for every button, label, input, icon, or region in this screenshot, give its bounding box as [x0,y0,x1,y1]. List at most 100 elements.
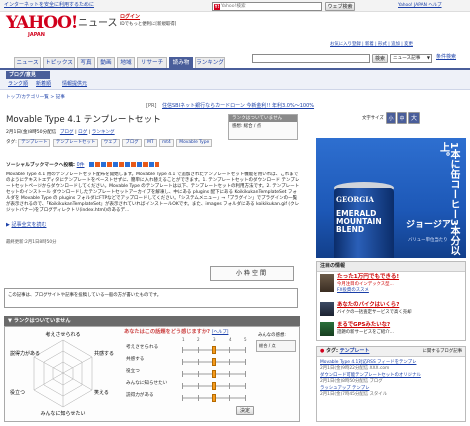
slider-group: 考えさせられる 共感する 役立つ みんなに知らせたい 説得力がある [126,345,250,405]
rank-side-box: 総合 / 点 [256,340,296,352]
web-search-button[interactable]: ウェブ検索 [325,2,355,11]
rating-submit-button[interactable]: 決定 [236,406,254,415]
login-sub: IDでもっと便利に[新規取得] [120,22,177,27]
updated-time: 最終更新:2月1日8時50分 [6,240,57,245]
news-thumb [320,302,334,316]
logo-sub: JAPAN [28,32,45,38]
radar-chart: 考えさせられる 共感する 笑える みんなに知らせたい 役立つ 説得力がある [10,331,114,417]
slider-knob[interactable] [211,358,216,366]
tag-icon: ● [320,348,325,354]
rank-question: あなたはこの話題をどう感じますか? [ヘルプ] [124,329,229,335]
tag-chip[interactable]: ブログ [122,139,142,147]
section-name: ニュース [78,18,118,29]
tab-ranking[interactable]: ランキング [195,57,225,68]
side-news-item[interactable]: たった1万円でもできる! 今月注目のインデックス型... FX投資のススメ [320,274,464,298]
blog-name-box[interactable]: 小粋空間 [210,266,294,281]
radar-label: 笑える [94,389,109,396]
settings-links[interactable]: お気に入り登録 | 新着 | 形式 | 追加 | 変更 [330,42,413,47]
rating-box-title: ランクはついていません [229,115,297,122]
rating-slider[interactable]: 共感する [126,357,246,367]
help-link[interactable]: [ヘルプ] [212,330,229,335]
rating-slider[interactable]: みんなに知らせたい [126,381,246,391]
georgia-ad[interactable]: 1本に缶コーヒー3本分以上。 GEORGIA EMERALD MOUNTAIN … [316,138,466,258]
yahoo-mini-icon: Y! [214,4,220,10]
tab-research[interactable]: リサーチ [137,57,167,68]
font-size-medium[interactable]: 中 [397,112,407,124]
source-link[interactable]: ブログ [60,130,74,135]
subnav-item-new[interactable]: 新着順 [36,81,51,88]
social-bookmark-row: ソーシャルブックマークへ投稿: 0件 [6,162,160,169]
tab-readings[interactable]: 読み物 [169,57,193,68]
pr-link[interactable]: 住信SBIネット銀行ならカードローン 今新金利!! 年利3.0%〜100% [162,103,314,110]
tag-widget-header: ● タグ: テンプレート に関するブログ記事 [317,347,465,357]
news-search-input[interactable] [252,54,370,63]
subnav-item-rank[interactable]: ランク順 [8,81,28,88]
radar-label: 説得力がある [10,350,40,357]
safety-notice-link[interactable]: インターネットを安全に利用するために [4,2,94,9]
font-size-label: 文字サイズ [362,116,384,121]
radar-label: 共感する [94,350,114,357]
tag-row: タグ: テンプレート テンプレートセット ウェブ ブログ MT mt4 Mova… [6,139,236,151]
tag-chip[interactable]: mt4 [159,139,174,147]
ad-brand: ジョージア [406,220,451,230]
breadcrumb[interactable]: トップ/カテゴリ一覧 > 記事 [6,95,65,100]
social-count[interactable]: 0件 [77,163,85,168]
tag-widget-link[interactable]: テンプレート [340,348,370,354]
search-scope-select[interactable]: ニュース記事 ▼ [390,54,432,63]
slider-tick [182,371,183,377]
condition-search-link[interactable]: 条件検索 [436,54,456,61]
slider-tick [245,359,246,365]
log-link[interactable]: ログ [78,130,87,135]
tab-region[interactable]: 地域 [117,57,135,68]
yahoo-logo[interactable]: YAHOO! JAPAN [6,13,78,40]
tag-chip[interactable]: テンプレート [18,139,51,147]
slider-tick [182,347,183,353]
side-news-item[interactable]: あなたのバイクはいくら? バイクの一括査定サービスで高く売却 [320,302,464,320]
tab-topics[interactable]: トピックス [43,57,75,68]
tag-chip[interactable]: Movable Type [176,139,213,147]
tag-widget: ● タグ: テンプレート に関するブログ記事 Movable Type 4.1対… [316,346,466,422]
logo-text: YAHOO! [6,13,78,33]
rank-section-title: ▼ ランクはついていません [4,316,300,326]
tab-photos[interactable]: 写真 [77,57,95,68]
slider-knob[interactable] [211,346,216,354]
rating-slider[interactable]: 役立つ [126,369,246,379]
subnav-section-label: ブログ/意見 [6,71,50,79]
disclaimer: この記事は、ブログサイトや記事を投稿している一般の方が書いたものです。 [4,288,298,308]
slider-tick [182,395,183,401]
tag-chip[interactable]: ウェブ [100,139,120,147]
yahoo-japan-help-link[interactable]: Yahoo! JAPAN ヘルプ [398,3,442,8]
radar-label: みんなに知らせたい [41,410,86,417]
tag-chip[interactable]: MT [144,139,157,147]
rating-slider[interactable]: 説得力がある [126,393,246,403]
slider-tick [245,347,246,353]
full-article-link[interactable]: ▶ 記事全文を読む [6,222,46,229]
side-news: 注目の情報 たった1万円でもできる! 今月注目のインデックス型... FX投資の… [316,261,466,341]
slider-tick [229,395,231,401]
tag-chip[interactable]: テンプレートセット [52,139,99,147]
rating-slider[interactable]: 考えさせられる [126,345,246,355]
news-search-button[interactable]: 検索 [372,54,388,63]
news-thumb [320,274,334,292]
tab-video[interactable]: 動画 [97,57,115,68]
slider-knob[interactable] [211,394,216,402]
slider-knob[interactable] [211,382,216,390]
tag-widget-meta: 2月1日(金)7時45分配信 スタイル [320,392,388,398]
chevron-down-icon: ▼ [426,55,430,60]
ad-small: バリュー単位当たり [408,238,448,243]
article-meta: 2月1日(金)8時50分配信 ブログ | ログ | ランキング [6,130,115,135]
bookmark-icons[interactable] [89,162,160,167]
ad-can: GEORGIA EMERALD MOUNTAIN BLEND [334,188,394,258]
rating-box: ランクはついていません 感想: 総合 / 点 [228,114,298,140]
font-size-small[interactable]: 小 [386,112,396,124]
slider-tick [245,383,246,389]
login-link[interactable]: ログイン [120,14,140,21]
slider-knob[interactable] [211,370,216,378]
slider-tick [182,359,183,365]
tab-news[interactable]: ニュース [14,57,41,68]
ranking-link[interactable]: ランキング [92,130,115,135]
side-news-item[interactable]: まるでGPSみたいな? 話題の新サービスをご紹介... [320,322,464,340]
subnav-item-source[interactable]: 情報提供元 [62,81,87,88]
yahoo-search-input[interactable]: Yahoo!検索 Y! [212,2,322,11]
font-size-large[interactable]: 大 [408,112,420,124]
